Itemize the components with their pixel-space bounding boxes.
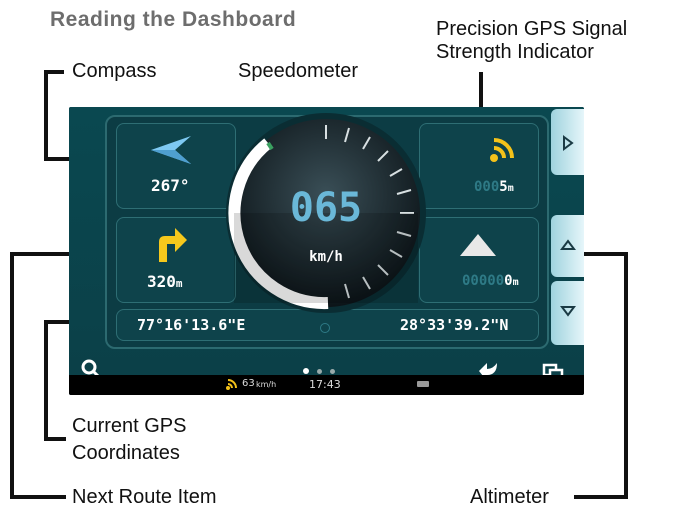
status-speed-unit: km/h [256,380,277,389]
altitude-value: 0 [504,273,513,289]
callout-line [624,252,628,498]
speed-value: 065 [289,185,363,231]
page-title: Reading the Dashboard [50,8,297,31]
callout-compass: Compass [72,60,157,82]
compass-cell[interactable]: 267° [116,123,236,209]
callout-line [574,495,628,499]
callout-line [479,72,483,108]
mountain-icon [460,234,496,256]
battery-icon [417,381,429,387]
next-page-button[interactable] [551,109,584,175]
next-route-distance: 320 [147,272,176,291]
callout-line [10,252,14,498]
callout-line [44,320,70,324]
signal-unit: m [507,183,514,194]
device-screen: 267° 320m 0005m 000000m 77°16'13.6"E 28°… [69,107,584,395]
scroll-up-button[interactable] [551,215,584,277]
next-route-cell[interactable]: 320m [116,217,236,303]
callout-line [44,157,70,161]
altitude-dim-digits: 00000 [462,273,505,289]
coords-separator-dot [320,323,330,333]
speed-unit: km/h [309,249,343,265]
page-dot-active [303,368,309,374]
callout-line [44,437,66,441]
compass-arrow-icon [151,136,191,164]
callout-gps-coords-1: Current GPS [72,415,187,437]
callout-gps-signal-1: Precision GPS Signal [436,18,628,40]
gps-signal-icon [226,379,237,390]
chevron-up-icon [560,239,576,250]
gps-signal-icon [490,138,514,162]
compass-heading: 267° [151,176,190,195]
callout-line [44,70,64,74]
longitude: 77°16'13.6"E [137,316,246,334]
signal-dim-digits: 000 [474,179,500,195]
chevron-down-icon [560,306,576,317]
callout-speedometer: Speedometer [238,60,359,82]
callout-next-route: Next Route Item [72,486,217,508]
scroll-down-button[interactable] [551,281,584,345]
status-bar: 63 km/h 17:43 [69,375,584,395]
altitude-unit: m [512,277,519,288]
callout-line [10,252,70,256]
latitude: 28°33'39.2"N [400,316,509,334]
callout-altimeter: Altimeter [470,486,549,508]
status-speed: 63 [242,378,255,389]
chevron-right-icon [563,135,574,151]
callout-line [10,495,66,499]
altimeter-cell[interactable]: 000000m [419,217,539,303]
callout-gps-signal-2: Strength Indicator [436,41,594,63]
status-time: 17:43 [309,378,341,391]
callout-line [44,70,48,160]
next-route-unit: m [175,277,183,290]
page-dot [317,369,322,374]
signal-value: 5 [499,179,508,195]
turn-right-icon [159,228,187,262]
page-dot [330,369,335,374]
callout-line [44,320,48,440]
gps-signal-cell[interactable]: 0005m [419,123,539,209]
callout-gps-coords-2: Coordinates [72,442,180,464]
